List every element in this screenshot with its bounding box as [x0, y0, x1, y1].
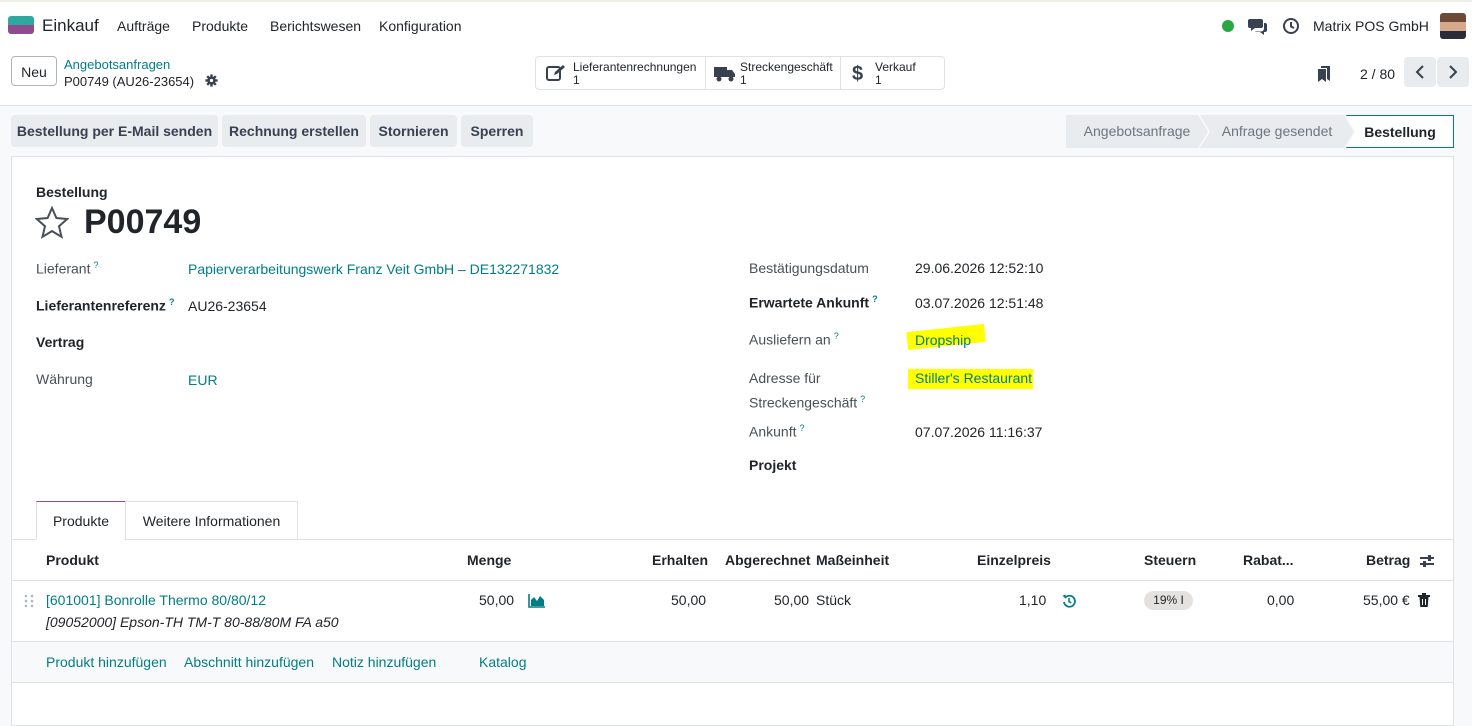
arrival-field[interactable]: 07.07.2026 11:16:37	[915, 424, 1042, 440]
forecast-chart-icon[interactable]	[528, 594, 545, 608]
form-statusbar: Bestellung per E-Mail senden Rechnung er…	[0, 107, 1472, 156]
line-quantity[interactable]: 50,00	[479, 592, 514, 608]
lock-button[interactable]: Sperren	[461, 115, 533, 147]
tab-weitere-informationen[interactable]: Weitere Informationen	[125, 501, 298, 540]
column-header-abgerechnet[interactable]: Abgerechnet	[725, 552, 811, 568]
line-discount[interactable]: 0,00	[1267, 592, 1294, 608]
supplier-reference-label: Lieferantenreferenz?	[36, 297, 175, 314]
breadcrumb-current: P00749 (AU26-23654)	[64, 74, 195, 89]
trash-icon[interactable]	[1418, 593, 1430, 607]
deliver-to-field[interactable]: Dropship	[915, 332, 971, 348]
pager-value[interactable]: 2 / 80	[1360, 66, 1395, 82]
breadcrumb-parent[interactable]: Angebotsanfragen	[64, 57, 170, 72]
confirmation-date-label: Bestätigungsdatum	[749, 260, 869, 276]
deliver-to-label: Ausliefern an?	[749, 331, 839, 348]
expected-arrival-label: Erwartete Ankunft?	[749, 294, 878, 311]
order-number: P00749	[84, 203, 202, 241]
dollar-icon: $	[852, 63, 863, 84]
line-received[interactable]: 50,00	[671, 592, 706, 608]
add-product-link[interactable]: Produkt hinzufügen	[46, 654, 167, 670]
menu-item-auftraege[interactable]: Aufträge	[117, 18, 170, 34]
stage-anfrage-gesendet[interactable]: Anfrage gesendet	[1200, 115, 1354, 148]
column-header-rabatt[interactable]: Rabat...	[1243, 552, 1294, 568]
help-tooltip-icon[interactable]: ?	[872, 294, 878, 304]
chat-icon[interactable]	[1248, 17, 1268, 35]
chevron-right-icon	[1449, 65, 1458, 79]
star-icon[interactable]	[35, 206, 69, 240]
smart-buttons: Lieferantenrechnungen 1 Streckengeschäft…	[535, 56, 945, 90]
dropship-address-label: Adresse für Streckengeschäft?	[749, 370, 866, 411]
history-icon[interactable]	[1062, 594, 1076, 608]
clock-icon[interactable]	[1282, 17, 1300, 35]
add-section-link[interactable]: Abschnitt hinzufügen	[184, 654, 314, 670]
add-note-link[interactable]: Notiz hinzufügen	[332, 654, 436, 670]
column-header-steuern[interactable]: Steuern	[1144, 552, 1196, 568]
new-button[interactable]: Neu	[11, 56, 57, 86]
stage-angebotsanfrage[interactable]: Angebotsanfrage	[1066, 115, 1208, 148]
menu-item-konfiguration[interactable]: Konfiguration	[379, 18, 462, 34]
send-email-button[interactable]: Bestellung per E-Mail senden	[11, 115, 218, 147]
line-uom[interactable]: Stück	[816, 592, 851, 608]
column-header-menge[interactable]: Menge	[467, 552, 511, 568]
tax-badge[interactable]: 19% I	[1144, 591, 1193, 610]
column-header-betrag[interactable]: Betrag	[1366, 552, 1410, 568]
contract-label: Vertrag	[36, 334, 85, 350]
column-header-erhalten[interactable]: Erhalten	[652, 552, 708, 568]
supplier-field[interactable]: Papierverarbeitungswerk Franz Veit GmbH …	[188, 261, 559, 277]
column-header-masseinheit[interactable]: Maßeinheit	[816, 552, 889, 568]
column-header-einzelpreis[interactable]: Einzelpreis	[977, 552, 1051, 568]
supplier-reference-field[interactable]: AU26-23654	[188, 298, 267, 314]
line-invoiced[interactable]: 50,00	[774, 592, 809, 608]
dropship-address-field[interactable]: Stiller's Restaurant	[915, 370, 1032, 386]
help-tooltip-icon[interactable]: ?	[834, 331, 839, 341]
company-switcher[interactable]: Matrix POS GmbH	[1313, 18, 1429, 34]
online-status-icon	[1222, 20, 1234, 32]
menu-item-produkte[interactable]: Produkte	[192, 18, 248, 34]
app-logo-icon[interactable]	[8, 16, 34, 34]
truck-icon	[714, 67, 735, 82]
app-name[interactable]: Einkauf	[42, 16, 99, 36]
column-header-produkt[interactable]: Produkt	[46, 552, 99, 568]
currency-label: Währung	[36, 371, 93, 387]
smart-button-lieferantenrechnungen[interactable]: Lieferantenrechnungen 1	[536, 57, 706, 89]
table-header-divider	[12, 580, 1453, 581]
pager-next-button[interactable]	[1437, 57, 1469, 87]
pager-previous-button[interactable]	[1404, 57, 1436, 87]
drag-handle-icon[interactable]	[24, 594, 34, 608]
edit-icon	[546, 65, 565, 81]
help-tooltip-icon[interactable]: ?	[93, 260, 98, 270]
catalog-link[interactable]: Katalog	[479, 654, 526, 670]
smart-button-verkauf[interactable]: $ Verkauf 1	[841, 57, 944, 89]
line-unit-price[interactable]: 1,10	[1019, 592, 1046, 608]
expected-arrival-field[interactable]: 03.07.2026 12:51:48	[915, 295, 1043, 311]
help-tooltip-icon[interactable]: ?	[860, 394, 865, 404]
user-avatar[interactable]	[1440, 13, 1466, 39]
optional-columns-icon[interactable]	[1419, 553, 1435, 569]
document-type-label: Bestellung	[36, 184, 108, 200]
help-tooltip-icon[interactable]: ?	[799, 423, 804, 433]
project-label: Projekt	[749, 457, 797, 473]
create-invoice-button[interactable]: Rechnung erstellen	[222, 115, 366, 147]
confirmation-date-field[interactable]: 29.06.2026 12:52:10	[915, 260, 1043, 276]
menu-item-berichtswesen[interactable]: Berichtswesen	[270, 18, 361, 34]
top-navbar: Einkauf Aufträge Produkte Berichtswesen …	[0, 0, 1472, 48]
help-tooltip-icon[interactable]: ?	[169, 297, 175, 307]
svg-text:$: $	[852, 63, 863, 84]
arrival-label: Ankunft?	[749, 423, 805, 440]
currency-field[interactable]: EUR	[188, 372, 218, 388]
line-product[interactable]: [601001] Bonrolle Thermo 80/80/12	[46, 592, 266, 608]
supplier-label: Lieferant?	[36, 260, 99, 277]
cancel-order-button[interactable]: Stornieren	[370, 115, 457, 147]
smart-button-streckengeschaeft[interactable]: Streckengeschäft 1	[706, 57, 841, 89]
line-description[interactable]: [09052000] Epson-TH TM-T 80-88/80M FA a5…	[46, 614, 339, 630]
gear-icon[interactable]	[205, 74, 218, 87]
line-amount: 55,00 €	[1363, 592, 1410, 608]
tab-produkte[interactable]: Produkte	[36, 501, 126, 540]
stage-bestellung[interactable]: Bestellung	[1346, 115, 1454, 148]
bookmark-icon[interactable]	[1318, 66, 1330, 82]
chevron-left-icon	[1415, 65, 1424, 79]
control-panel: Neu Angebotsanfragen P00749 (AU26-23654)…	[0, 48, 1472, 106]
